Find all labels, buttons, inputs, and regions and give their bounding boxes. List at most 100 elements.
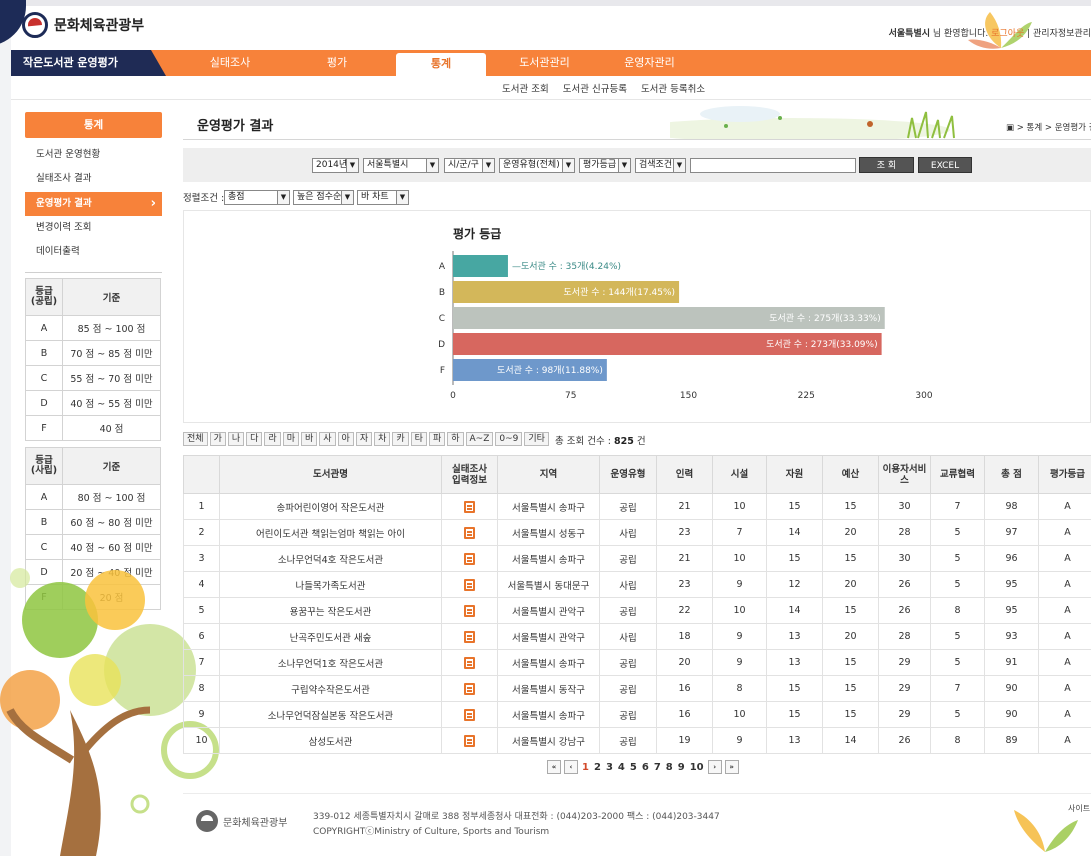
alpha-filter-button[interactable]: 하	[447, 432, 464, 446]
library-name[interactable]: 난곡주민도서관 새숲	[219, 623, 442, 650]
survey-info-cell[interactable]	[441, 519, 498, 546]
library-name[interactable]: 용꿈꾸는 작은도서관	[219, 597, 442, 624]
brand-title[interactable]: 작은도서관 운영평가	[11, 50, 166, 76]
survey-info-cell[interactable]	[441, 623, 498, 650]
alpha-filter-button[interactable]: 차	[374, 432, 391, 446]
document-edit-icon[interactable]	[464, 630, 475, 643]
library-name[interactable]: 어린이도서관 책읽는엄마 책읽는 아이	[219, 519, 442, 546]
library-name[interactable]: 소나무언덕4호 작은도서관	[219, 545, 442, 572]
district-select[interactable]: 시/군/구 ▼	[444, 158, 495, 173]
table-row[interactable]: 7 소나무언덕1호 작은도서관 서울특별시 송파구 공립 20 9 13 15 29 5 91 A	[183, 649, 1091, 676]
page-number[interactable]: 3	[605, 762, 614, 773]
table-row[interactable]: 3 소나무언덕4호 작은도서관 서울특별시 송파구 공립 21 10 15 15 30 5 96 A	[183, 545, 1091, 572]
alpha-filter-button[interactable]: 가	[209, 432, 226, 446]
page-number[interactable]: 6	[641, 762, 650, 773]
survey-info-cell[interactable]	[441, 727, 498, 754]
page-number[interactable]: 4	[617, 762, 626, 773]
table-row[interactable]: 9 소나무언덕잠실본동 작은도서관 서울특별시 송파구 공립 16 10 15 15 29 5 90…	[183, 701, 1091, 728]
subnav-library-register[interactable]: 도서관 신규등록	[563, 81, 627, 95]
library-name[interactable]: 소나무언덕1호 작은도서관	[219, 649, 442, 676]
alpha-filter-button[interactable]: 마	[282, 432, 299, 446]
table-row[interactable]: 2 어린이도서관 책읽는엄마 책읽는 아이 서울특별시 성동구 사립 23 7 14 20 28…	[183, 519, 1091, 546]
subnav-library-search[interactable]: 도서관 조회	[502, 81, 549, 95]
sort-order-select[interactable]: 높은 점수순 ▼	[293, 190, 354, 205]
nav-survey[interactable]: 실태조사	[185, 50, 275, 76]
page-number[interactable]: 9	[677, 762, 686, 773]
table-row[interactable]: 4 나들목가족도서관 서울특별시 동대문구 사립 23 9 12 20 26 5 95 A	[183, 571, 1091, 598]
survey-info-cell[interactable]	[441, 675, 498, 702]
document-edit-icon[interactable]	[464, 526, 475, 539]
table-row[interactable]: 6 난곡주민도서관 새숲 서울특별시 관악구 사립 18 9 13 20 28 5 93 A	[183, 623, 1091, 650]
library-name[interactable]: 송파어린이영어 작은도서관	[219, 493, 442, 520]
first-page-button[interactable]: «	[547, 760, 561, 774]
ministry-logo[interactable]: 문화체육관광부	[22, 12, 144, 38]
year-select[interactable]: 2014년 ▼	[312, 158, 359, 173]
logout-link[interactable]: 로그아웃	[991, 29, 1024, 39]
admin-info-link[interactable]: 관리자정보관리	[1033, 29, 1091, 39]
nav-evaluation[interactable]: 평가	[292, 50, 382, 76]
left-menu-survey-result[interactable]: 실태조사 결과	[25, 167, 162, 191]
alpha-filter-button[interactable]: 사	[319, 432, 336, 446]
alpha-filter-button[interactable]: A~Z	[465, 432, 494, 446]
alpha-filter-button[interactable]: 카	[392, 432, 409, 446]
document-edit-icon[interactable]	[464, 682, 475, 695]
alpha-filter-button[interactable]: 다	[246, 432, 263, 446]
alpha-filter-button[interactable]: 아	[337, 432, 354, 446]
grade-select[interactable]: 평가등급 ▼	[579, 158, 631, 173]
page-number[interactable]: 1	[581, 762, 590, 773]
alpha-filter-button[interactable]: 0~9	[495, 432, 523, 446]
chart-type-select[interactable]: 바 차트 ▼	[357, 190, 409, 205]
document-edit-icon[interactable]	[464, 656, 475, 669]
document-edit-icon[interactable]	[464, 552, 475, 565]
city-select[interactable]: 서울특별시 ▼	[363, 158, 439, 173]
table-row[interactable]: 1 송파어린이영어 작은도서관 서울특별시 송파구 공립 21 10 15 15 30 7 98 A	[183, 493, 1091, 520]
alpha-filter-button[interactable]: 바	[300, 432, 318, 446]
table-row[interactable]: 5 용꿈꾸는 작은도서관 서울특별시 관악구 공립 22 10 14 15 26 8 95 A	[183, 597, 1091, 624]
alpha-filter-button[interactable]: 파	[428, 432, 446, 446]
survey-info-cell[interactable]	[441, 597, 498, 624]
subnav-library-cancel[interactable]: 도서관 등록취소	[641, 81, 705, 95]
operation-type-select[interactable]: 운영유형(전체) ▼	[499, 158, 575, 173]
alpha-filter-button[interactable]: 나	[227, 432, 245, 446]
library-name[interactable]: 구립약수작은도서관	[219, 675, 442, 702]
sort-field-select[interactable]: 총점 ▼	[224, 190, 290, 205]
page-number[interactable]: 10	[689, 762, 705, 773]
prev-page-button[interactable]: ‹	[564, 760, 578, 774]
page-number[interactable]: 8	[665, 762, 674, 773]
alpha-filter-button[interactable]: 타	[410, 432, 427, 446]
page-number[interactable]: 2	[593, 762, 602, 773]
page-number[interactable]: 5	[629, 762, 638, 773]
document-edit-icon[interactable]	[464, 578, 475, 591]
survey-info-cell[interactable]	[441, 545, 498, 572]
next-page-button[interactable]: ›	[707, 760, 722, 774]
alpha-filter-button[interactable]: 전체	[183, 432, 208, 446]
document-edit-icon[interactable]	[464, 604, 475, 617]
nav-statistics[interactable]: 통계	[396, 53, 486, 76]
last-page-button[interactable]: »	[724, 760, 739, 774]
survey-info-cell[interactable]	[441, 649, 498, 676]
survey-info-cell[interactable]	[441, 701, 498, 728]
left-menu-data-export[interactable]: 데이터출력	[25, 240, 162, 264]
table-row[interactable]: 8 구립약수작은도서관 서울특별시 동작구 공립 16 8 15 15 29 7 90 A	[183, 675, 1091, 702]
library-name[interactable]: 나들목가족도서관	[219, 571, 442, 598]
survey-info-cell[interactable]	[441, 571, 498, 598]
document-edit-icon[interactable]	[464, 734, 475, 747]
left-menu-change-history[interactable]: 변경이력 조회	[25, 216, 162, 240]
left-menu-evaluation-result[interactable]: 운영평가 결과	[25, 192, 162, 216]
chart-bar[interactable]	[453, 255, 508, 277]
table-row[interactable]: 10 삼성도서관 서울특별시 강남구 공립 19 9 13 14 26 8 89 A	[183, 727, 1091, 754]
search-input[interactable]	[690, 158, 856, 173]
search-condition-select[interactable]: 검색조건 ▼	[635, 158, 686, 173]
page-number[interactable]: 7	[653, 762, 662, 773]
search-button[interactable]: 조 회	[859, 157, 914, 173]
library-name[interactable]: 삼성도서관	[219, 727, 442, 754]
library-name[interactable]: 소나무언덕잠실본동 작은도서관	[219, 701, 442, 728]
excel-button[interactable]: EXCEL	[918, 157, 972, 173]
nav-operator-management[interactable]: 운영자관리	[602, 50, 697, 76]
nav-library-management[interactable]: 도서관관리	[497, 50, 592, 76]
survey-info-cell[interactable]	[441, 493, 498, 520]
alpha-filter-button[interactable]: 기타	[524, 432, 549, 446]
document-edit-icon[interactable]	[464, 500, 475, 513]
document-edit-icon[interactable]	[464, 708, 475, 721]
left-menu-operation-status[interactable]: 도서관 운영현황	[25, 143, 162, 167]
